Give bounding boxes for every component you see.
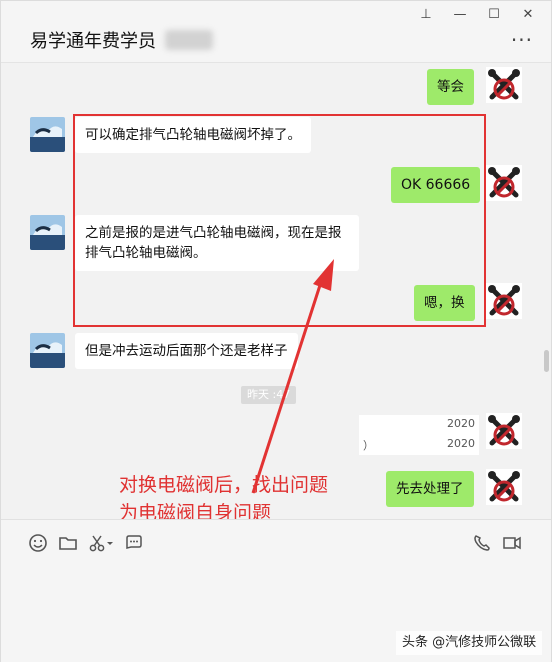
video-icon[interactable] bbox=[501, 532, 523, 554]
input-toolbar bbox=[1, 519, 551, 565]
annotation-line: 对换电磁阀后，找出问题 bbox=[119, 474, 329, 496]
emoji-icon[interactable] bbox=[27, 532, 49, 554]
chevron-down-icon[interactable] bbox=[105, 532, 115, 554]
chat-history-icon[interactable] bbox=[123, 532, 145, 554]
chat-window: ⊥ — ☐ ✕ 易学通年费学员 ··· 等会 可以确定排气凸轮轴电磁阀坏掉了。 … bbox=[0, 0, 552, 662]
folder-icon[interactable] bbox=[57, 532, 79, 554]
phone-icon[interactable] bbox=[471, 532, 493, 554]
watermark: 头条 @汽修技师公微联 bbox=[396, 631, 543, 655]
